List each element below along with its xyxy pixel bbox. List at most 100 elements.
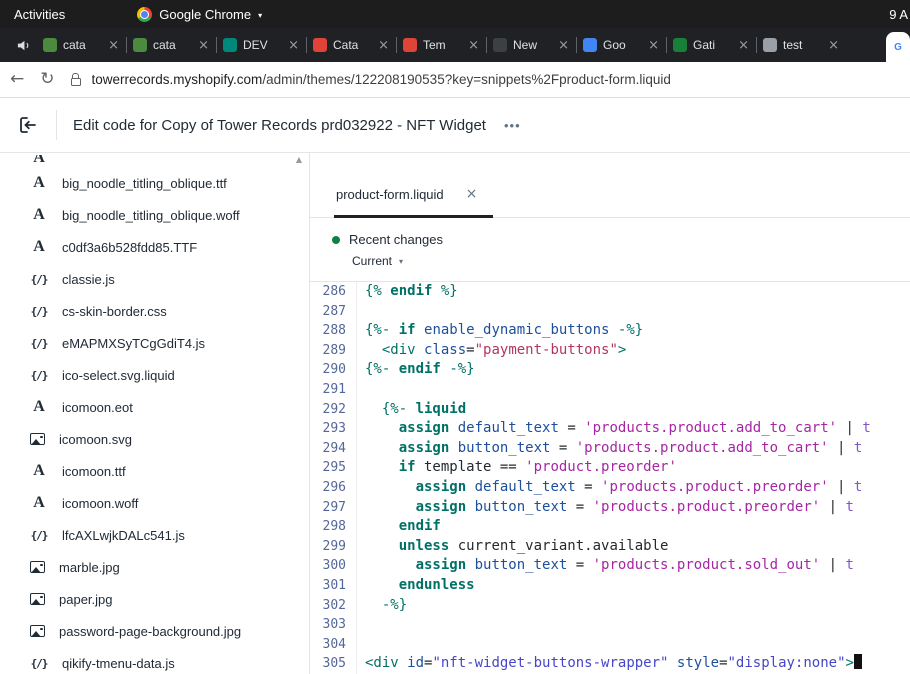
line-number: 288 — [310, 321, 357, 341]
code-token: | — [829, 479, 854, 495]
file-name: ico-select.svg.liquid — [62, 368, 175, 383]
code-line[interactable]: 289 <div class="payment-buttons"> — [310, 341, 910, 361]
code-token — [466, 499, 474, 515]
browser-tab[interactable]: DEV× — [216, 28, 306, 62]
tab-close-icon[interactable]: × — [828, 38, 839, 53]
tab-title: Goo — [603, 38, 642, 52]
speaker-icon[interactable] — [10, 38, 36, 53]
code-token: t — [854, 479, 862, 495]
code-line[interactable]: 298 endif — [310, 517, 910, 537]
more-options-icon[interactable]: ••• — [504, 118, 521, 133]
file-item[interactable]: {/}cs-skin-border.css — [0, 295, 309, 327]
exit-code-editor-button[interactable] — [0, 98, 56, 152]
tab-close-icon[interactable]: × — [198, 38, 209, 53]
file-item[interactable]: marble.jpg — [0, 551, 309, 583]
code-line[interactable]: 297 assign button_text = 'products.produ… — [310, 498, 910, 518]
code-token — [365, 518, 399, 534]
image-file-icon — [30, 433, 45, 445]
tab-close-icon[interactable]: × — [288, 38, 299, 53]
browser-tab[interactable]: Cata× — [306, 28, 396, 62]
code-token: class — [424, 342, 466, 358]
file-item[interactable]: Aicomoon.eot — [0, 391, 309, 423]
code-line[interactable]: 300 assign button_text = 'products.produ… — [310, 556, 910, 576]
file-item[interactable]: Ac0df3a6b528fdd85.TTF — [0, 231, 309, 263]
browser-tab[interactable]: Gati× — [666, 28, 756, 62]
code-token: 'products.product.add_to_cart' — [584, 420, 837, 436]
tab-close-icon[interactable]: × — [468, 38, 479, 53]
address-bar[interactable]: towerrecords.myshopify.com/admin/themes/… — [71, 72, 901, 87]
browser-tab-strip: cata×cata×DEV×Cata×Tem×New×Goo×Gati×test… — [0, 28, 910, 62]
file-item[interactable]: Abig_noodle_titling_oblique.woff — [0, 199, 309, 231]
scroll-up-icon[interactable]: ▲ — [296, 155, 302, 164]
version-dropdown[interactable]: Current ▾ — [352, 254, 910, 268]
code-line[interactable]: 294 assign button_text = 'products.produ… — [310, 439, 910, 459]
file-item[interactable]: icomoon.svg — [0, 423, 309, 455]
tab-close-icon[interactable]: × — [738, 38, 749, 53]
browser-tab[interactable]: Tem× — [396, 28, 486, 62]
code-token: t — [854, 440, 862, 456]
file-item[interactable]: Abig_noodle_titling_oblique.ttf — [0, 167, 309, 199]
code-file-icon: {/} — [30, 273, 48, 286]
file-item[interactable]: {/}eMAPMXSyTCgGdiT4.js — [0, 327, 309, 359]
code-line[interactable]: 304 — [310, 635, 910, 655]
file-item[interactable]: {/}qikify-tmenu-data.js — [0, 647, 309, 674]
file-item[interactable]: {/}ico-select.svg.liquid — [0, 359, 309, 391]
code-line[interactable]: 293 assign default_text = 'products.prod… — [310, 419, 910, 439]
file-item[interactable]: {/}classie.js — [0, 263, 309, 295]
reload-button[interactable]: ↻ — [40, 71, 54, 88]
tab-favicon — [403, 38, 417, 52]
code-token: 'products.product.add_to_cart' — [576, 440, 829, 456]
code-line[interactable]: 288{%- if enable_dynamic_buttons -%} — [310, 321, 910, 341]
editor-tab-product-form[interactable]: product-form.liquid × — [334, 174, 493, 218]
tab-close-icon[interactable]: × — [378, 38, 389, 53]
code-token: t — [845, 499, 853, 515]
browser-tab[interactable]: G — [886, 32, 910, 62]
browser-tab[interactable]: cata× — [36, 28, 126, 62]
code-line[interactable]: 303 — [310, 615, 910, 635]
browser-tab[interactable]: New× — [486, 28, 576, 62]
line-number: 287 — [310, 302, 357, 322]
code-line[interactable]: 290{%- endif -%} — [310, 360, 910, 380]
file-item[interactable]: password-page-background.jpg — [0, 615, 309, 647]
editor-tab-close-icon[interactable]: × — [466, 186, 478, 202]
file-name: marble.jpg — [59, 560, 120, 575]
line-number: 296 — [310, 478, 357, 498]
file-name: icomoon.eot — [62, 400, 133, 415]
code-line[interactable]: 299 unless current_variant.available — [310, 537, 910, 557]
code-line[interactable]: 302 -%} — [310, 596, 910, 616]
back-button[interactable]: ← — [10, 71, 24, 88]
code-line[interactable]: 287 — [310, 302, 910, 322]
browser-tab[interactable]: Goo × — [576, 28, 666, 62]
file-item[interactable]: paper.jpg — [0, 583, 309, 615]
code-token — [365, 401, 382, 417]
browser-tab[interactable]: test × — [756, 28, 846, 62]
tab-close-icon[interactable]: × — [558, 38, 569, 53]
code-line[interactable]: 305<div id="nft-widget-buttons-wrapper" … — [310, 654, 910, 674]
code-text — [357, 635, 365, 655]
tab-close-icon[interactable]: × — [648, 38, 659, 53]
code-line[interactable]: 296 assign default_text = 'products.prod… — [310, 478, 910, 498]
code-token: "nft-widget-buttons-wrapper" — [432, 655, 668, 671]
file-item[interactable]: {/}lfcAXLwjkDALc541.js — [0, 519, 309, 551]
code-line[interactable]: 291 — [310, 380, 910, 400]
tab-title: test — [783, 38, 822, 52]
header-divider — [56, 110, 57, 140]
code-token: 'product.preorder' — [525, 459, 677, 475]
page-body: ▲ AAbig_noodle_titling_oblique.ttfAbig_n… — [0, 153, 910, 674]
app-menu[interactable]: Google Chrome ▾ — [137, 7, 262, 22]
code-line[interactable]: 301 endunless — [310, 576, 910, 596]
browser-tab[interactable]: cata× — [126, 28, 216, 62]
file-item[interactable]: Aicomoon.woff — [0, 487, 309, 519]
code-token: | — [829, 440, 854, 456]
url-domain: towerrecords.myshopify.com — [92, 72, 263, 87]
file-sidebar[interactable]: ▲ AAbig_noodle_titling_oblique.ttfAbig_n… — [0, 153, 310, 674]
code-area[interactable]: 286{% endif %}287288{%- if enable_dynami… — [310, 282, 910, 674]
activities-button[interactable]: Activities — [0, 7, 79, 22]
code-line[interactable]: 295 if template == 'product.preorder' — [310, 458, 910, 478]
code-line[interactable]: 286{% endif %} — [310, 282, 910, 302]
tab-close-icon[interactable]: × — [108, 38, 119, 53]
code-token — [449, 440, 457, 456]
code-token — [365, 577, 399, 593]
file-item[interactable]: Aicomoon.ttf — [0, 455, 309, 487]
code-line[interactable]: 292 {%- liquid — [310, 400, 910, 420]
